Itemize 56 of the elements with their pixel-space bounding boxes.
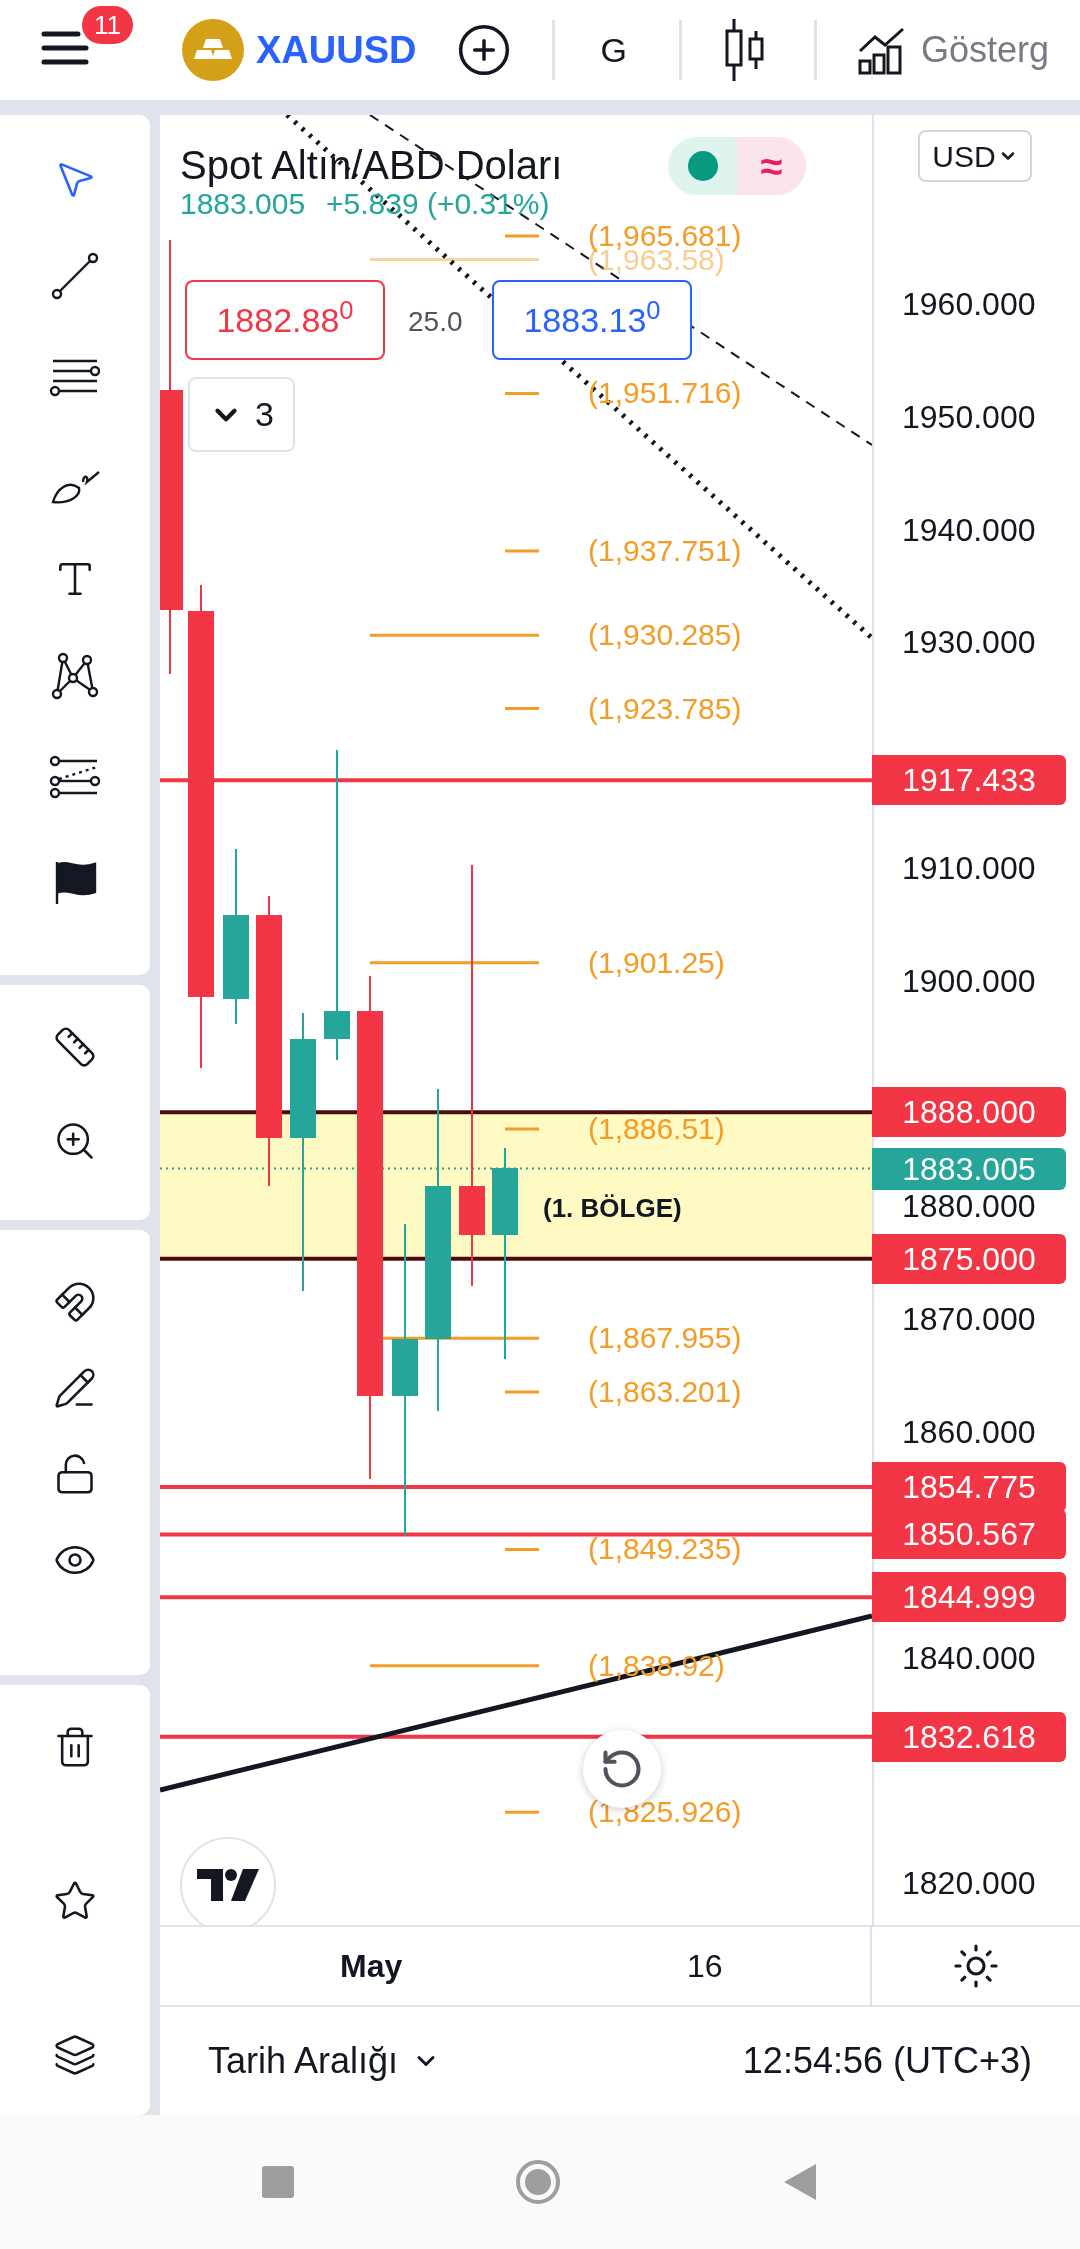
settings-icon[interactable] — [952, 1942, 1000, 1990]
time-label: 16 — [687, 1947, 723, 1986]
fib-level-label: (1,886.51) — [588, 1111, 725, 1146]
interval-button[interactable]: G — [600, 24, 627, 76]
fib-level-label: (1,825.926) — [588, 1795, 742, 1830]
price-line-label: 1854.775 — [872, 1461, 1066, 1512]
price-line-label: 1888.000 — [872, 1087, 1066, 1138]
fib-level-label: (1,863.201) — [588, 1374, 742, 1409]
price-tick: 1940.000 — [902, 515, 1036, 544]
price-tick: 1910.000 — [902, 854, 1036, 882]
price-tick: 1860.000 — [902, 1418, 1036, 1446]
sell-button[interactable]: 1882.88$^{0}$ — [185, 280, 385, 360]
ruler-icon[interactable] — [53, 1025, 97, 1069]
indicators-label[interactable]: Gösterg — [920, 23, 1049, 77]
spread-value: 25.0 — [408, 305, 463, 339]
price-tick: 1950.000 — [902, 402, 1036, 431]
collapse-button[interactable]: 3 — [188, 377, 295, 452]
price-line-label: 1844.999 — [872, 1572, 1066, 1623]
price-line-label: 1850.567 — [872, 1509, 1066, 1560]
layers-icon[interactable] — [53, 2033, 97, 2077]
price-tick: 1840.000 — [902, 1643, 1036, 1672]
fib-level-label: (1,951.716) — [588, 376, 742, 411]
price-line-label: 1875.000 — [872, 1233, 1066, 1284]
price-tick: 1880.000 — [902, 1192, 1036, 1221]
fib-level-label: (1,867.955) — [588, 1321, 742, 1356]
price-tick: 1960.000 — [902, 290, 1036, 318]
buy-button[interactable]: 1883.13$^{0}$ — [492, 280, 692, 360]
time-label: May — [340, 1947, 403, 1986]
price-line-label: 1917.433 — [872, 755, 1066, 806]
back-icon[interactable] — [782, 2162, 818, 2202]
ingot-logo-icon — [182, 19, 244, 81]
fib-level-label: (1,930.285) — [588, 618, 742, 653]
price-line-label: 1832.618 — [872, 1711, 1066, 1762]
price-tick: 1820.000 — [902, 1869, 1036, 1898]
clock[interactable]: 12:54:56 (UTC+3) — [742, 2034, 1032, 2088]
price-tick: 1930.000 — [902, 628, 1036, 657]
price-tick: 1870.000 — [902, 1305, 1036, 1334]
price-change: +5.839 (+0.31%) — [326, 187, 550, 221]
magnet-icon[interactable] — [53, 1280, 97, 1324]
logo-icon — [197, 1869, 259, 1901]
fib-level-label: (1,923.785) — [588, 691, 742, 726]
home-icon[interactable] — [514, 2158, 562, 2206]
currency-button[interactable]: USD — [918, 130, 1032, 182]
symbol-title: Spot Altın/ABD Doları — [180, 142, 563, 189]
fib-level-label: (1,901.25) — [588, 945, 725, 980]
delay-symbol: ≈ — [760, 146, 783, 186]
last-price-label: 1883.005 — [872, 1147, 1066, 1190]
date-range-button[interactable]: Tarih Aralığı — [208, 2034, 441, 2088]
fib-level-label: (1,849.235) — [588, 1532, 742, 1567]
price-tick: 1900.000 — [902, 966, 1036, 995]
notification-badge: 11 — [82, 6, 133, 44]
indicators-icon[interactable] — [856, 25, 907, 75]
zone-label: (1. BÖLGE) — [543, 1191, 682, 1225]
symbol-name[interactable]: XAUUSD — [256, 21, 417, 79]
fib-level-label: (1,937.751) — [588, 533, 742, 568]
current-price: 1883.005 — [180, 187, 306, 221]
